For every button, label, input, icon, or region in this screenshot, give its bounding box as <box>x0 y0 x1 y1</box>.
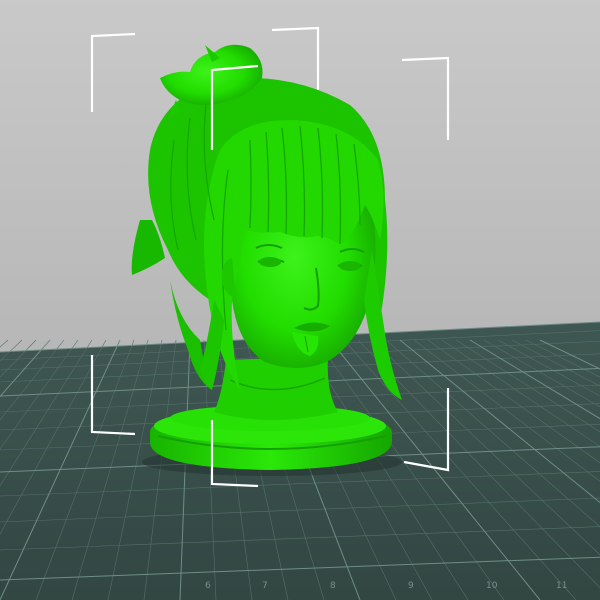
bed-ruler-label: 9 <box>408 581 414 591</box>
bed-ruler-label: 8 <box>330 581 336 591</box>
bed-ruler-label: 6 <box>205 581 211 591</box>
3d-viewport[interactable]: 6 7 8 9 10 11 <box>0 0 600 600</box>
bed-ruler-label: 7 <box>262 581 268 591</box>
viewport-scene[interactable]: 6 7 8 9 10 11 <box>0 0 600 600</box>
bed-ruler-label: 10 <box>486 581 498 591</box>
bed-ruler-label: 11 <box>556 581 567 591</box>
